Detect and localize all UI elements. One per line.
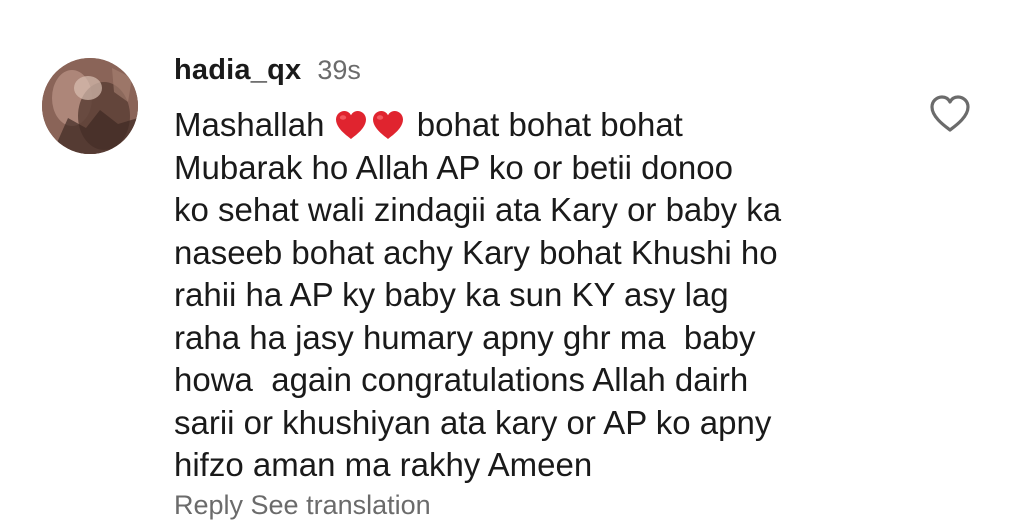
comment-item: hadia_qx 39s Mashallah bohat bohat bohat…	[0, 0, 1024, 520]
red-heart-emoji-icon	[335, 111, 366, 139]
reply-row[interactable]: Reply See translation	[174, 490, 431, 521]
heart-outline-icon	[930, 95, 970, 132]
username-link[interactable]: hadia_qx	[174, 54, 301, 87]
comment-text-line: Mubarak ho Allah AP ko or betii donoo	[174, 148, 733, 186]
comment-text-line: bohat bohat bohat	[407, 106, 683, 143]
comment-text-line: naseeb bohat achy Kary bohat Khushi ho	[174, 233, 778, 271]
comment-text-line: rahii ha AP ky baby ka sun KY asy lag	[174, 276, 729, 313]
avatar-photo	[42, 58, 138, 154]
timestamp: 39s	[317, 55, 361, 85]
comment-header: hadia_qx 39s	[174, 54, 361, 88]
comment-text-line: ko sehat wali zindagii ata Kary or baby …	[174, 191, 782, 228]
red-heart-emoji-icon	[372, 111, 403, 139]
comment-text: Mashallah bohat bohat bohat Mubarak ho A…	[174, 104, 894, 487]
comment-text-line: raha ha jasy humary apny ghr ma baby	[174, 318, 756, 356]
comment-text-lead: Mashallah	[174, 106, 325, 143]
avatar[interactable]	[42, 58, 138, 154]
comment-text-line: sarii or khushiyan ata kary or AP ko apn…	[174, 403, 772, 441]
comment-text-line: howa again congratulations Allah dairh	[174, 361, 749, 398]
comment-text-line: hifzo aman ma rakhy Ameen	[174, 446, 593, 483]
like-button[interactable]	[928, 94, 972, 134]
